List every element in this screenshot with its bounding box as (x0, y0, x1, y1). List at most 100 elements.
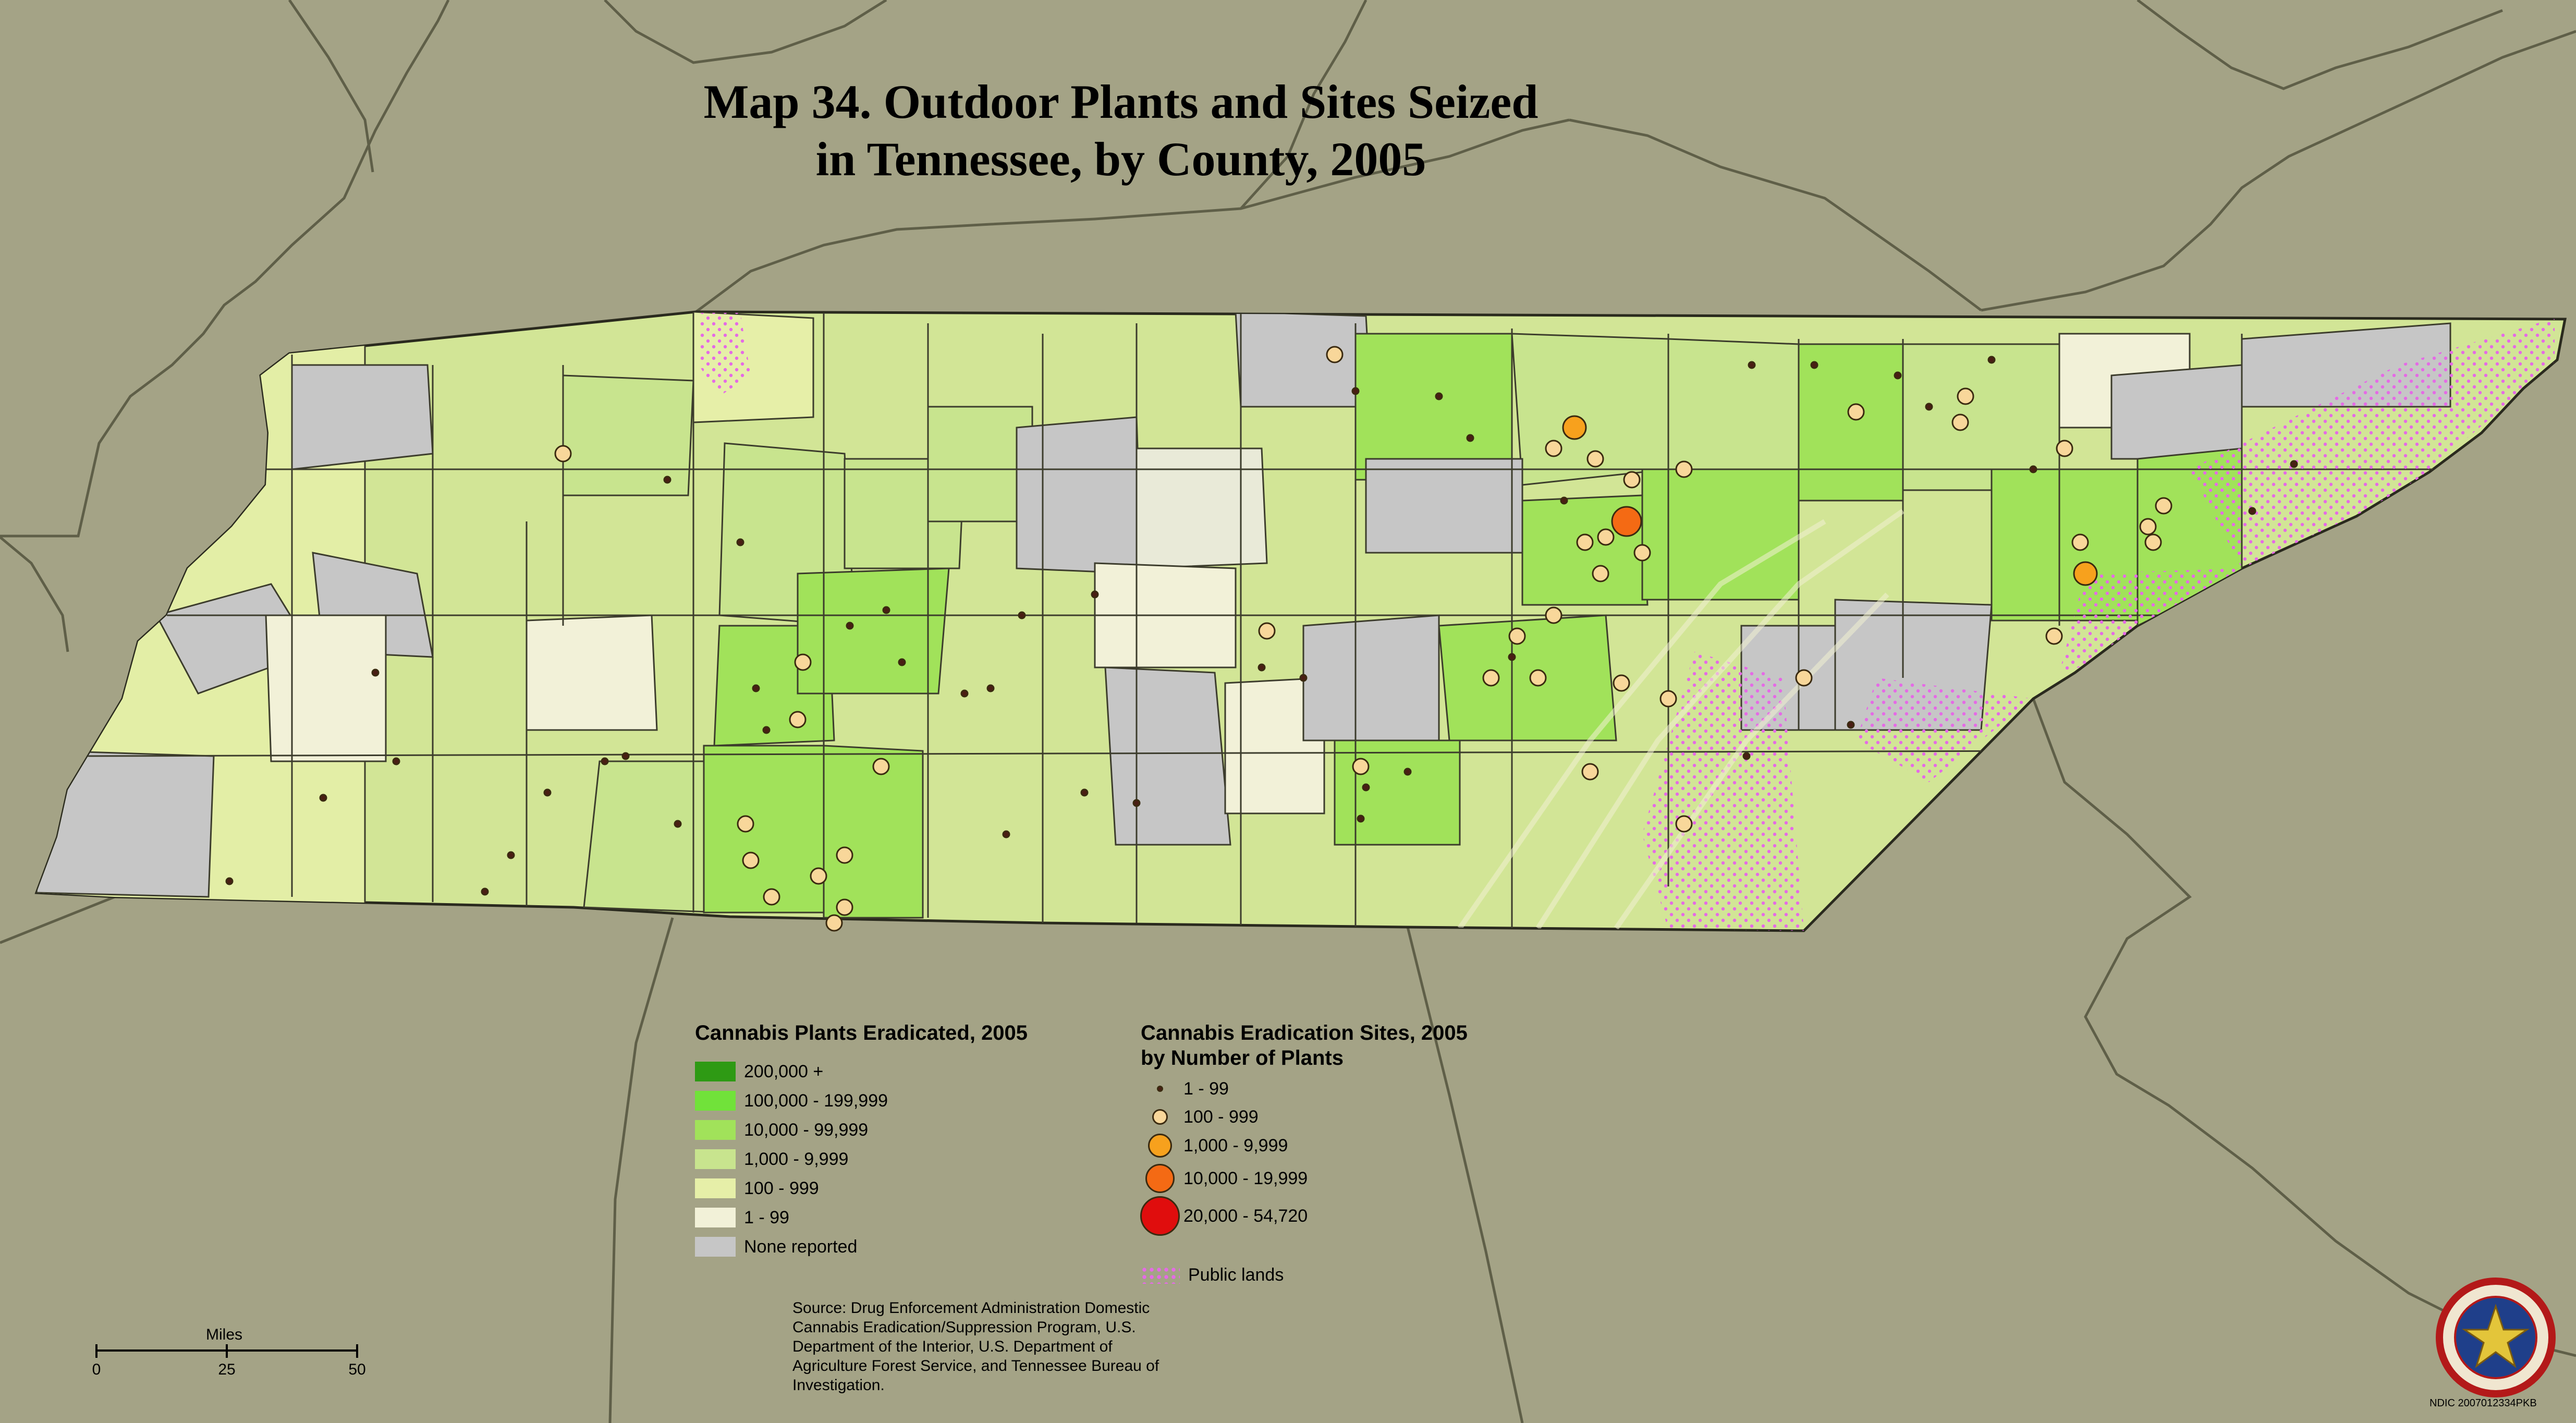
site-marker (1951, 413, 1969, 431)
site-marker (674, 820, 682, 828)
legend-label: 100 - 999 (744, 1178, 819, 1198)
site-marker (1299, 674, 1308, 682)
legend-plants-item: None reported (695, 1236, 857, 1257)
site-marker (1611, 506, 1642, 537)
site-marker (1403, 768, 1412, 776)
source-note: Source: Drug Enforcement Administration … (792, 1299, 1159, 1394)
site-marker (2045, 627, 2063, 645)
site-marker (1592, 565, 1609, 582)
legend-label: 100 - 999 (1183, 1107, 1259, 1127)
site-marker (1581, 763, 1599, 781)
site-marker (663, 476, 672, 484)
legend-swatch (695, 1149, 736, 1169)
public-lands-swatch (1141, 1266, 1180, 1284)
legend-label: 1,000 - 9,999 (744, 1149, 849, 1169)
site-marker (1560, 496, 1568, 505)
site-marker (1362, 783, 1370, 792)
site-marker (882, 606, 890, 614)
site-marker (1357, 814, 1365, 823)
legend-sites-title-line2: by Number of Plants (1141, 1047, 1344, 1069)
site-marker (1613, 674, 1630, 692)
legend-sites-item: 10,000 - 19,999 (1137, 1158, 1308, 1199)
site-marker (2155, 497, 2172, 515)
site-marker (2144, 533, 2162, 551)
legend-label: 20,000 - 54,720 (1183, 1206, 1308, 1226)
map-title-line1: Map 34. Outdoor Plants and Sites Seized (703, 75, 1539, 128)
site-marker (1633, 544, 1651, 562)
site-marker (1894, 371, 1902, 380)
site-marker (1258, 663, 1266, 672)
site-marker (481, 887, 489, 896)
site-marker (543, 788, 552, 797)
site-marker (392, 757, 400, 765)
site-marker (1576, 533, 1594, 551)
site-marker (1586, 450, 1604, 468)
legend-sites-title-line1: Cannabis Eradication Sites, 2005 (1141, 1021, 1468, 1044)
site-marker (1466, 434, 1474, 442)
site-marker (1258, 622, 1276, 640)
site-marker (810, 867, 827, 885)
legend-swatch (695, 1120, 736, 1140)
legend-plants-item: 1,000 - 9,999 (695, 1149, 848, 1170)
site-marker (763, 888, 780, 906)
legend-plants-item: 100,000 - 199,999 (695, 1090, 888, 1111)
site-marker (1675, 460, 1693, 478)
site-marker (1810, 361, 1818, 369)
site-marker (736, 538, 744, 546)
site-marker (1091, 590, 1099, 599)
legend-label: None reported (744, 1237, 858, 1257)
site-marker (836, 898, 853, 916)
legend-label: 200,000 + (744, 1062, 824, 1081)
site-marker (225, 877, 234, 885)
site-marker (825, 914, 843, 932)
site-marker (1529, 669, 1547, 687)
site-marker (986, 684, 995, 692)
site-marker (1795, 669, 1813, 687)
site-marker (762, 726, 771, 734)
site-marker (742, 852, 760, 869)
site-marker (1002, 830, 1010, 838)
site-marker (960, 689, 969, 698)
site-marker (2290, 460, 2298, 468)
site-marker (1597, 528, 1615, 546)
legend-label: 1 - 99 (744, 1208, 789, 1227)
legend-site-dot (1137, 1195, 1183, 1237)
site-marker (737, 815, 754, 833)
site-marker (621, 752, 630, 760)
legend-label: 100,000 - 199,999 (744, 1091, 888, 1111)
site-marker (1925, 403, 1933, 411)
site-marker (1742, 752, 1751, 760)
site-marker (1847, 721, 1855, 729)
legend-swatch (695, 1237, 736, 1257)
site-marker (1435, 392, 1443, 400)
site-marker (1545, 440, 1562, 457)
legend-plants-item: 10,000 - 99,999 (695, 1120, 868, 1140)
legend-swatch (695, 1091, 736, 1111)
legend-plants-item: 100 - 999 (695, 1178, 819, 1199)
tennessee-state (34, 310, 2567, 932)
site-marker (2071, 533, 2089, 551)
site-marker (1132, 799, 1141, 807)
site-marker (2248, 507, 2256, 515)
ndic-seal-icon (2436, 1278, 2556, 1397)
site-marker (1847, 403, 1865, 421)
site-marker (1957, 387, 1974, 405)
scale-tick-0: 0 (92, 1361, 101, 1378)
site-marker (319, 794, 327, 802)
site-marker (794, 653, 812, 671)
site-marker (1508, 653, 1516, 661)
legend-swatch (695, 1178, 736, 1198)
site-marker (1675, 815, 1693, 833)
site-marker (507, 851, 515, 859)
site-marker (898, 658, 906, 666)
site-marker (601, 757, 609, 765)
site-marker (1351, 387, 1360, 395)
legend-plants-title: Cannabis Plants Eradicated, 2005 (695, 1021, 1028, 1044)
legend-public-lands: Public lands (1141, 1264, 1284, 1285)
site-marker (2056, 440, 2073, 457)
site-marker (1080, 788, 1089, 797)
legend-sites-item: 20,000 - 54,720 (1137, 1195, 1308, 1237)
site-marker (752, 684, 760, 692)
site-marker (2073, 561, 2098, 586)
legend-plants-item: 200,000 + (695, 1061, 823, 1082)
